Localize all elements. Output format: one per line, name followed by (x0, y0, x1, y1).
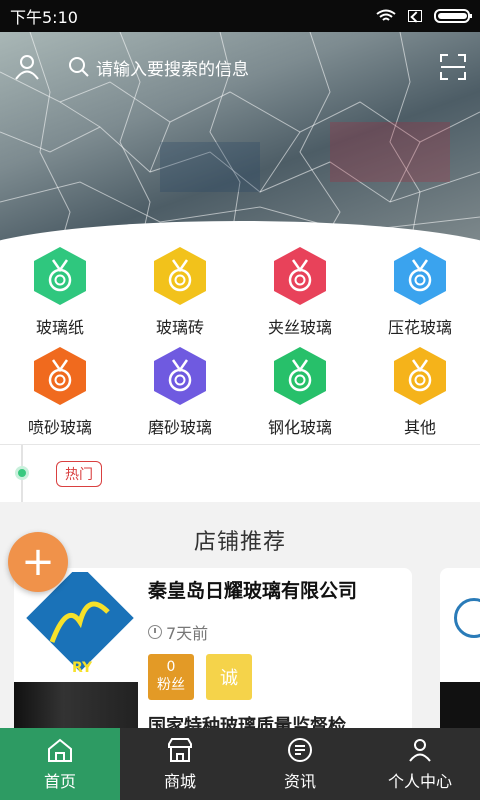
store-icon (168, 738, 192, 762)
search-input[interactable]: 请输入要搜索的信息 (68, 55, 249, 80)
nav-news-label: 资讯 (283, 772, 316, 791)
medal-icon (391, 246, 449, 306)
hero-banner[interactable]: 请输入要搜索的信息 (0, 32, 480, 247)
svg-text:RY: RY (72, 660, 93, 676)
category-item[interactable]: 夹丝玻璃 (240, 244, 360, 344)
shop-time-text: 7天前 (166, 624, 209, 643)
status-bar: 下午5:10 (0, 0, 480, 32)
nav-home[interactable]: 首页 (0, 728, 120, 800)
search-icon (69, 57, 89, 77)
shop-name: 秦皇岛日耀玻璃有限公司 (148, 580, 358, 602)
wifi-icon (376, 9, 396, 21)
category-item[interactable]: 钢化玻璃 (240, 344, 360, 444)
category-label: 钢化玻璃 (267, 418, 332, 437)
cheng-badge: 诚 (206, 654, 252, 700)
shop-recommend-section: 店铺推荐 RY 秦皇岛日耀玻璃有限公司 7天前 0 粉丝 诚 国家特种玻璃质量监… (0, 502, 480, 738)
fans-label: 粉丝 (157, 677, 185, 693)
battery-icon (434, 9, 472, 23)
nav-news[interactable]: 资讯 (240, 728, 360, 800)
nav-store[interactable]: 商城 (120, 728, 240, 800)
hot-tag[interactable]: 热门 (56, 461, 102, 487)
user-center-icon (409, 739, 431, 762)
category-label: 玻璃砖 (155, 318, 204, 337)
category-label: 其他 (403, 418, 436, 437)
category-label: 夹丝玻璃 (267, 318, 332, 337)
shop-section-title: 店铺推荐 (193, 530, 286, 555)
medal-icon (31, 246, 89, 306)
fans-count: 0 (166, 659, 176, 675)
category-label: 玻璃纸 (35, 318, 84, 337)
nav-home-label: 首页 (43, 772, 76, 791)
fans-badge: 0 粉丝 (148, 654, 194, 700)
top-search-bar: 请输入要搜索的信息 (0, 32, 480, 102)
shop-logo-next (454, 598, 480, 638)
timeline-dot (15, 466, 29, 480)
medal-icon (151, 246, 209, 306)
category-item[interactable]: 磨砂玻璃 (120, 344, 240, 444)
shop-time: 7天前 (148, 620, 208, 644)
bottom-nav: 首页 商城 资讯 个人中心 (0, 728, 480, 800)
news-icon (288, 738, 312, 762)
scan-icon[interactable] (438, 52, 468, 82)
home-icon (48, 738, 72, 762)
medal-icon (151, 346, 209, 406)
status-icons (376, 9, 472, 23)
nav-user-center-label: 个人中心 (387, 772, 452, 791)
medal-icon (271, 246, 329, 306)
category-label: 喷砂玻璃 (27, 418, 92, 437)
category-item[interactable]: 其他 (360, 344, 480, 444)
category-grid: 玻璃纸 玻璃砖 夹丝玻璃 压花玻璃喷砂玻璃 磨砂玻璃 钢化玻璃 其他 (0, 244, 480, 444)
category-item[interactable]: 玻璃纸 (0, 244, 120, 344)
category-item[interactable]: 喷砂玻璃 (0, 344, 120, 444)
medal-icon (271, 346, 329, 406)
shop-card-next[interactable] (440, 568, 480, 738)
hot-strip: 热门 (0, 444, 480, 503)
add-button[interactable]: + (8, 532, 68, 592)
clock-icon (148, 625, 162, 639)
no-sim-icon (408, 10, 422, 22)
user-icon[interactable] (12, 52, 42, 82)
category-item[interactable]: 玻璃砖 (120, 244, 240, 344)
shop-card[interactable]: RY 秦皇岛日耀玻璃有限公司 7天前 0 粉丝 诚 国家特种玻璃质量监督检... (14, 568, 412, 738)
search-placeholder: 请输入要搜索的信息 (96, 59, 249, 80)
category-label: 压花玻璃 (387, 318, 452, 337)
status-time: 下午5:10 (10, 8, 78, 27)
category-item[interactable]: 压花玻璃 (360, 244, 480, 344)
category-label: 磨砂玻璃 (147, 418, 212, 437)
medal-icon (31, 346, 89, 406)
nav-user-center[interactable]: 个人中心 (360, 728, 480, 800)
nav-store-label: 商城 (163, 772, 196, 791)
medal-icon (391, 346, 449, 406)
